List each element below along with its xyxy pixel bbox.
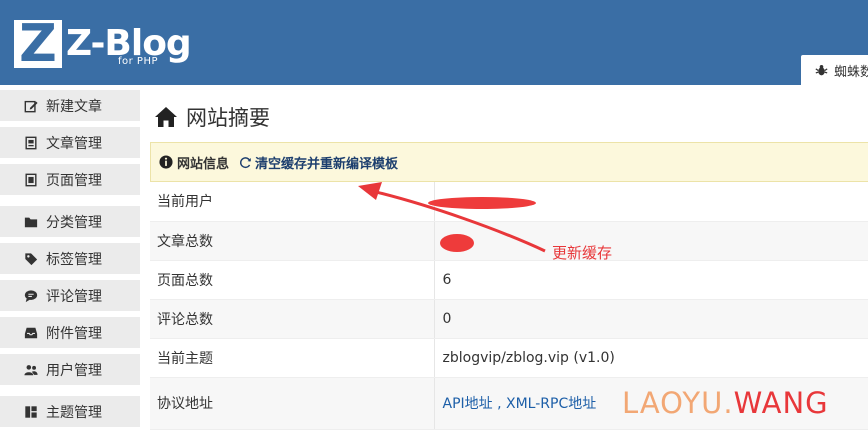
annotation-label: 更新缓存 xyxy=(552,244,613,262)
annotation-arrow xyxy=(358,182,546,253)
watermark: LAOYU.WANG xyxy=(622,386,829,420)
